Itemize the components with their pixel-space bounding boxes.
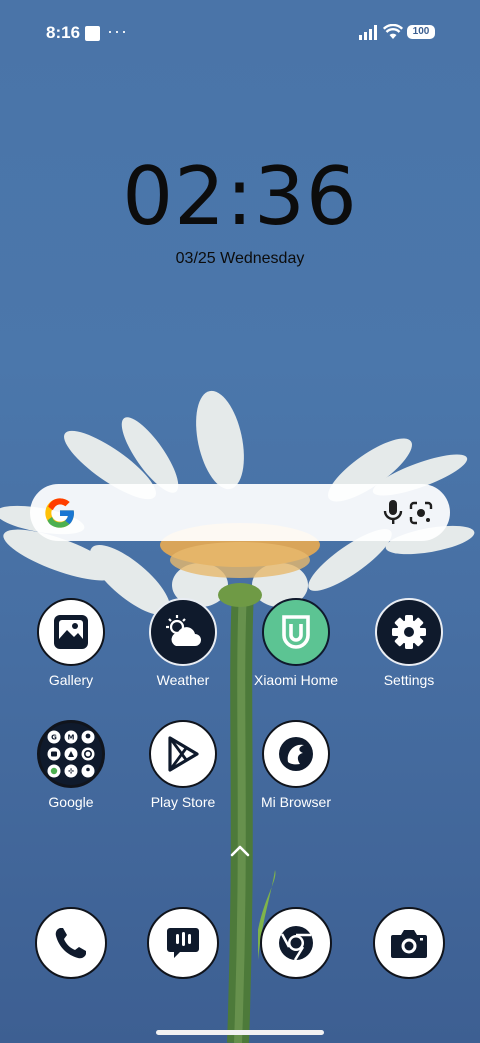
google-search-bar[interactable] (30, 484, 450, 541)
app-label: Weather (156, 672, 210, 688)
status-bar: 8:16 ··· 100 (0, 0, 480, 64)
weather-icon (149, 598, 217, 666)
more-notifications-icon: ··· (107, 21, 128, 41)
dock-camera[interactable] (373, 907, 445, 979)
svg-text:✣: ✣ (68, 768, 74, 776)
app-play-store[interactable]: Play Store (127, 720, 239, 810)
app-label: Gallery (48, 672, 94, 688)
phone-icon (55, 928, 86, 959)
app-xiaomi-home[interactable]: Xiaomi Home (240, 598, 352, 688)
app-label: Mi Browser (260, 794, 331, 810)
app-settings[interactable]: Settings (353, 598, 465, 688)
app-weather[interactable]: Weather (127, 598, 239, 688)
app-label: Settings (383, 672, 435, 688)
chevron-up-icon[interactable] (228, 842, 252, 860)
app-label: Xiaomi Home (253, 672, 339, 688)
app-label: Google (48, 794, 94, 810)
chrome-icon (279, 926, 313, 961)
app-label: Play Store (150, 794, 216, 810)
home-indicator[interactable] (156, 1030, 324, 1035)
clock-time[interactable]: 02:36 (0, 150, 480, 243)
google-folder-icon: G M ✣ (37, 720, 105, 788)
cellular-signal-icon (359, 25, 377, 40)
mi-browser-icon (262, 720, 330, 788)
clock-date[interactable]: 03/25 Wednesday (0, 250, 480, 268)
play-store-icon (149, 720, 217, 788)
wifi-icon (383, 24, 403, 39)
google-logo-icon (45, 498, 74, 528)
messages-icon (167, 928, 199, 958)
notification-square-icon (85, 26, 100, 41)
dock-chrome[interactable] (260, 907, 332, 979)
svg-text:M: M (68, 734, 75, 742)
gear-icon (375, 598, 443, 666)
folder-google[interactable]: G M ✣ Google (15, 720, 127, 810)
gallery-icon (37, 598, 105, 666)
svg-text:G: G (51, 734, 57, 742)
camera-icon (391, 930, 427, 958)
google-lens-icon[interactable] (408, 500, 434, 526)
status-time: 8:16 (46, 23, 81, 42)
xiaomi-home-icon (262, 598, 330, 666)
dock-messages[interactable] (147, 907, 219, 979)
microphone-icon[interactable] (382, 499, 404, 525)
battery-icon: 100 (407, 25, 435, 39)
dock-phone[interactable] (35, 907, 107, 979)
app-mi-browser[interactable]: Mi Browser (240, 720, 352, 810)
app-gallery[interactable]: Gallery (15, 598, 127, 688)
